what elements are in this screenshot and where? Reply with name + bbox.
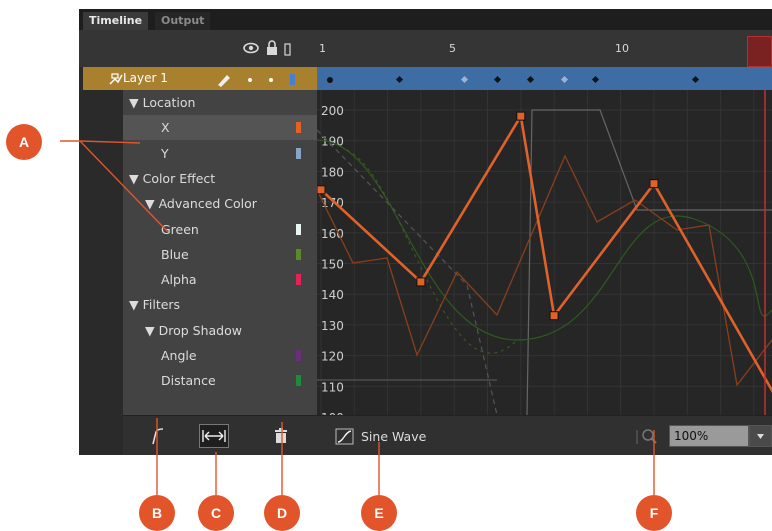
callout-line-a2 bbox=[79, 140, 169, 233]
callout-b: B bbox=[139, 495, 175, 531]
callout-f: F bbox=[636, 495, 672, 531]
callout-lines bbox=[60, 140, 655, 495]
callout-d: D bbox=[264, 495, 300, 531]
callout-c: C bbox=[198, 495, 234, 531]
callout-a: A bbox=[6, 124, 42, 160]
callout-e: E bbox=[361, 495, 397, 531]
callout-line-a bbox=[60, 140, 141, 144]
